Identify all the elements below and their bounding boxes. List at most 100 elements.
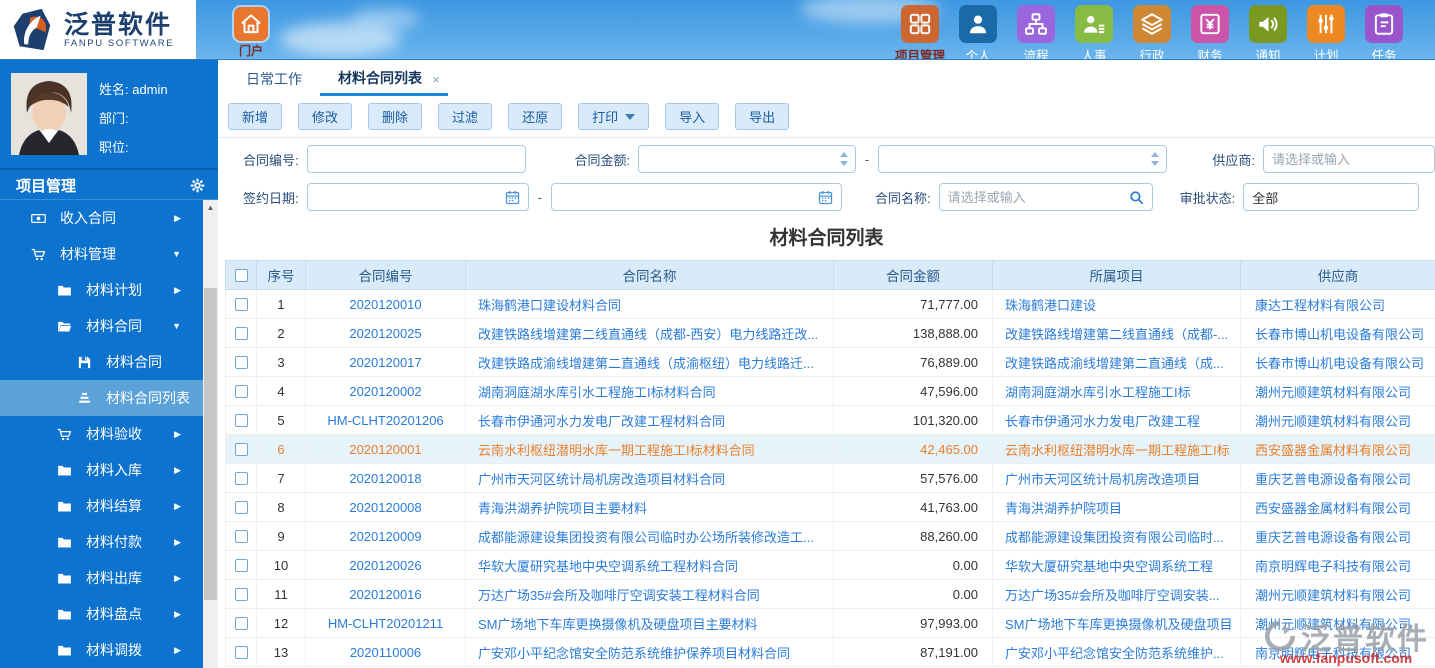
- contract-no-link[interactable]: 2020120018: [349, 471, 421, 486]
- sidebar-menu-item[interactable]: 材料盘点: [0, 596, 203, 632]
- contract-name-link[interactable]: 改建铁路成渝线增建第二直通线（成渝枢纽）电力线路迁...: [478, 356, 814, 371]
- supplier-link[interactable]: 重庆艺普电源设备有限公司: [1255, 472, 1411, 487]
- row-checkbox[interactable]: [234, 587, 248, 601]
- contract-name-link[interactable]: 改建铁路线增建第二线直通线（成都-西安）电力线路迁改...: [478, 327, 818, 342]
- supplier-link[interactable]: 潮州元顺建筑材料有限公司: [1255, 588, 1411, 603]
- sidebar-menu-item[interactable]: 材料验收: [0, 416, 203, 452]
- table-row[interactable]: 11 2020120016 万达广场35#会所及咖啡厅空调安装工程材料合同 0.…: [225, 579, 1435, 609]
- tab-daily-work[interactable]: 日常工作: [228, 63, 320, 96]
- contract-no-link[interactable]: 2020120002: [349, 384, 421, 399]
- toolbar-button[interactable]: 打印: [578, 103, 650, 130]
- sidebar-menu-item[interactable]: 材料付款: [0, 524, 203, 560]
- row-checkbox[interactable]: [234, 471, 248, 485]
- spinner-arrows[interactable]: [837, 152, 855, 166]
- module-item[interactable]: 财务: [1181, 5, 1239, 59]
- table-row[interactable]: 4 2020120002 湖南洞庭湖水库引水工程施工I标材料合同 47,596.…: [225, 376, 1435, 406]
- module-item[interactable]: 个人: [949, 5, 1007, 59]
- date-to-input[interactable]: [551, 185, 817, 209]
- sidebar-menu-item[interactable]: 材料入库: [0, 452, 203, 488]
- project-link[interactable]: 广州市天河区统计局机房改造项目: [1005, 472, 1200, 487]
- contract-no-link[interactable]: 2020120025: [349, 326, 421, 341]
- sidebar-menu-item[interactable]: 材料调拨: [0, 632, 203, 668]
- contract-name-link[interactable]: 长春市伊通河水力发电厂改建工程材料合同: [478, 414, 725, 429]
- column-header[interactable]: 合同金额: [833, 260, 993, 290]
- contract-no-link[interactable]: 2020120017: [349, 355, 421, 370]
- contract-no-link[interactable]: 2020110006: [350, 645, 421, 660]
- supplier-link[interactable]: 潮州元顺建筑材料有限公司: [1255, 414, 1411, 429]
- table-row[interactable]: 3 2020120017 改建铁路成渝线增建第二直通线（成渝枢纽）电力线路迁..…: [225, 347, 1435, 377]
- toolbar-button[interactable]: 修改: [298, 103, 353, 130]
- table-row[interactable]: 10 2020120026 华软大厦研究基地中央空调系统工程材料合同 0.00 …: [225, 550, 1435, 580]
- toolbar-button[interactable]: 导入: [665, 103, 720, 130]
- approval-status-input[interactable]: [1244, 185, 1419, 209]
- project-link[interactable]: 云南水利枢纽潜明水库一期工程施工I标: [1005, 443, 1230, 458]
- row-checkbox[interactable]: [234, 442, 248, 456]
- row-checkbox[interactable]: [234, 413, 248, 427]
- contract-name-link[interactable]: 广安邓小平纪念馆安全防范系统维护保养项目材料合同: [478, 646, 790, 661]
- supplier-link[interactable]: 长春市博山机电设备有限公司: [1255, 356, 1424, 371]
- contract-no-link[interactable]: 2020120026: [349, 558, 421, 573]
- table-row[interactable]: 12 HM-CLHT20201211 SM广场地下车库更换摄像机及硬盘项目主要材…: [225, 608, 1435, 638]
- supplier-link[interactable]: 西安盛器金属材料有限公司: [1255, 443, 1411, 458]
- project-link[interactable]: 珠海鹤港口建设: [1005, 298, 1096, 313]
- supplier-link[interactable]: 重庆艺普电源设备有限公司: [1255, 530, 1411, 545]
- toolbar-button[interactable]: 删除: [368, 103, 423, 130]
- sidebar-menu-item[interactable]: 材料合同: [0, 308, 203, 344]
- contract-no-link[interactable]: 2020120008: [349, 500, 421, 515]
- search-icon[interactable]: [1128, 189, 1145, 206]
- contract-name-link[interactable]: 云南水利枢纽潜明水库一期工程施工I标材料合同: [478, 443, 755, 458]
- column-header[interactable]: 合同编号: [305, 260, 466, 290]
- contract-no-link[interactable]: 2020120016: [349, 587, 421, 602]
- sidebar-menu-item[interactable]: 材料合同: [0, 344, 203, 380]
- gear-icon[interactable]: [189, 177, 206, 194]
- row-checkbox[interactable]: [234, 558, 248, 572]
- sidebar-menu-item[interactable]: 材料管理: [0, 236, 203, 272]
- row-checkbox[interactable]: [234, 297, 248, 311]
- project-link[interactable]: 成都能源建设集团投资有限公司临时...: [1005, 530, 1224, 545]
- project-link[interactable]: 改建铁路成渝线增建第二直通线（成...: [1005, 356, 1224, 371]
- supplier-link[interactable]: 潮州元顺建筑材料有限公司: [1255, 385, 1411, 400]
- toolbar-button[interactable]: 导出: [735, 103, 790, 130]
- row-checkbox[interactable]: [234, 645, 248, 659]
- module-item[interactable]: 项目管理: [891, 5, 949, 59]
- row-checkbox[interactable]: [234, 384, 248, 398]
- table-row[interactable]: 13 2020110006 广安邓小平纪念馆安全防范系统维护保养项目材料合同 8…: [225, 637, 1435, 667]
- contract-no-link[interactable]: HM-CLHT20201206: [327, 413, 443, 428]
- contract-no-link[interactable]: HM-CLHT20201211: [328, 616, 443, 631]
- spinner-arrows[interactable]: [1148, 152, 1166, 166]
- module-item[interactable]: 任务: [1355, 5, 1413, 59]
- sidebar-section-header[interactable]: 项目管理: [0, 168, 218, 200]
- toolbar-button[interactable]: 还原: [508, 103, 563, 130]
- row-checkbox[interactable]: [234, 355, 248, 369]
- table-row[interactable]: 2 2020120025 改建铁路线增建第二线直通线（成都-西安）电力线路迁改.…: [225, 318, 1435, 348]
- contract-name-link[interactable]: SM广场地下车库更换摄像机及硬盘项目主要材料: [478, 617, 758, 632]
- row-checkbox[interactable]: [234, 326, 248, 340]
- row-checkbox[interactable]: [234, 616, 248, 630]
- scrollbar-thumb[interactable]: [204, 288, 217, 600]
- contract-name-link[interactable]: 广州市天河区统计局机房改造项目材料合同: [478, 472, 725, 487]
- tab-material-contract-list[interactable]: 材料合同列表 ×: [320, 63, 448, 96]
- amount-min-input[interactable]: [639, 147, 837, 171]
- contract-name-link[interactable]: 华软大厦研究基地中央空调系统工程材料合同: [478, 559, 738, 574]
- contract-no-input[interactable]: [307, 147, 526, 171]
- sidebar-menu-item[interactable]: 材料计划: [0, 272, 203, 308]
- supplier-link[interactable]: 长春市博山机电设备有限公司: [1255, 327, 1424, 342]
- project-link[interactable]: SM广场地下车库更换摄像机及硬盘项目: [1005, 617, 1233, 632]
- portal-button[interactable]: 门户: [228, 7, 274, 59]
- sidebar-menu-item[interactable]: 材料结算: [0, 488, 203, 524]
- sidebar-menu-item[interactable]: 收入合同: [0, 200, 203, 236]
- supplier-link[interactable]: 康达工程材料有限公司: [1255, 298, 1385, 313]
- contract-name-link[interactable]: 湖南洞庭湖水库引水工程施工I标材料合同: [478, 385, 716, 400]
- contract-no-link[interactable]: 2020120009: [349, 529, 421, 544]
- toolbar-button[interactable]: 过滤: [438, 103, 493, 130]
- date-from-input[interactable]: [307, 185, 504, 209]
- contract-name-link[interactable]: 万达广场35#会所及咖啡厅空调安装工程材料合同: [478, 588, 760, 603]
- contract-name-input[interactable]: [939, 185, 1128, 209]
- amount-max-input[interactable]: [879, 147, 1149, 171]
- scrollbar-up-arrow-icon[interactable]: ▲: [203, 200, 218, 215]
- row-checkbox[interactable]: [234, 529, 248, 543]
- table-row[interactable]: 5 HM-CLHT20201206 长春市伊通河水力发电厂改建工程材料合同 10…: [225, 405, 1435, 435]
- contract-name-link[interactable]: 成都能源建设集团投资有限公司临时办公场所装修改造工...: [478, 530, 814, 545]
- module-item[interactable]: 流程: [1007, 5, 1065, 59]
- table-row[interactable]: 9 2020120009 成都能源建设集团投资有限公司临时办公场所装修改造工..…: [225, 521, 1435, 551]
